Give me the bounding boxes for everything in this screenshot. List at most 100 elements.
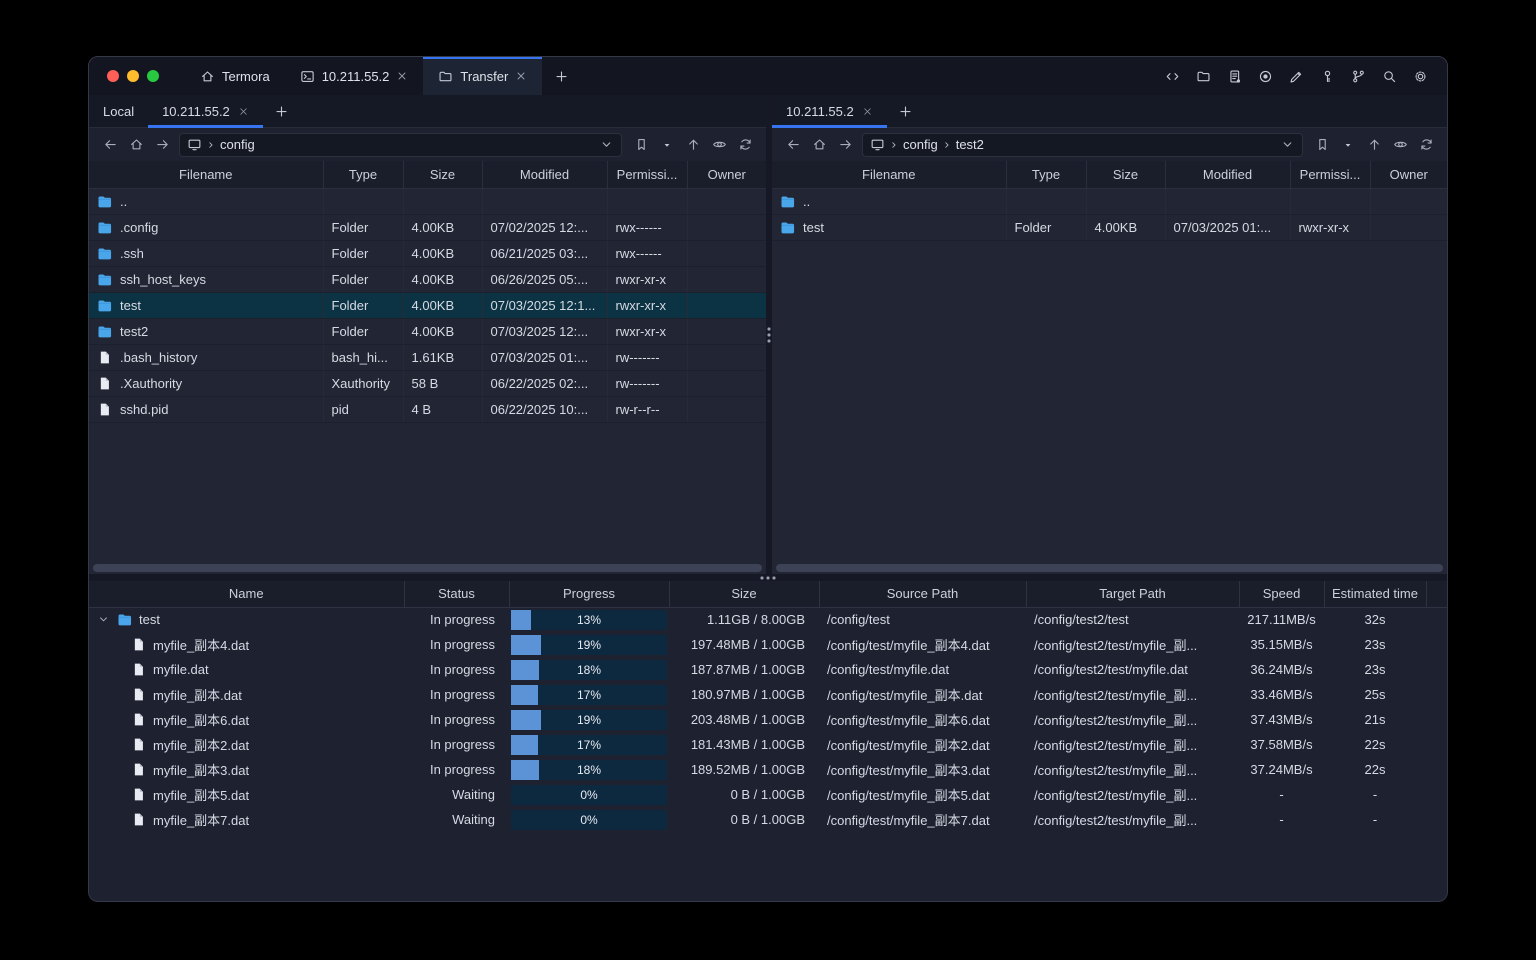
- file-row[interactable]: .bash_history bash_hi... 1.61KB 07/03/2025 …: [89, 344, 766, 371]
- horizontal-splitter[interactable]: [89, 574, 1447, 581]
- path-breadcrumb[interactable]: config: [179, 132, 622, 157]
- breadcrumb-segment[interactable]: config: [903, 137, 938, 152]
- column-header-filename[interactable]: Filename: [89, 161, 324, 189]
- key-button[interactable]: [1314, 63, 1340, 89]
- zoom-window-button[interactable]: [147, 70, 159, 82]
- bookmark-button[interactable]: [1309, 133, 1335, 157]
- transfer-row[interactable]: myfile_副本7.dat Waiting 0% 0 B / 1.00GB/conf…: [89, 807, 1447, 832]
- bookmark-button[interactable]: [628, 133, 654, 157]
- arrow-up-button[interactable]: [1361, 133, 1387, 157]
- file-row[interactable]: test2 Folder 4.00KB 07/03/2025 12:... rwxr-x…: [89, 318, 766, 345]
- transfer-column-header-source-path[interactable]: Source Path: [819, 581, 1027, 608]
- transfer-row[interactable]: myfile_副本.dat In progress 17% 180.97MB / 1.…: [89, 682, 1447, 707]
- arrow-right-button[interactable]: [149, 133, 175, 157]
- eye-button[interactable]: [706, 133, 732, 157]
- file-row[interactable]: test Folder 4.00KB 07/03/2025 12:1... rwxr-x…: [89, 292, 766, 319]
- file-row[interactable]: ssh_host_keys Folder 4.00KB 06/26/2025 05:.…: [89, 266, 766, 293]
- close-icon[interactable]: [515, 70, 527, 82]
- scrollbar-thumb[interactable]: [93, 564, 762, 572]
- vertical-splitter[interactable]: [766, 95, 772, 574]
- column-header-modified[interactable]: Modified: [1165, 161, 1291, 189]
- file-row[interactable]: test Folder 4.00KB 07/03/2025 01:... rwxr-xr…: [772, 214, 1447, 241]
- path-breadcrumb[interactable]: config test2: [862, 132, 1303, 157]
- close-icon[interactable]: [238, 106, 249, 117]
- transfer-row[interactable]: test In progress 13% 1.11GB / 8.00GB/config…: [89, 607, 1447, 632]
- panel-tab-10-211-55-2[interactable]: 10.211.55.2: [772, 95, 887, 128]
- document-button[interactable]: [1221, 63, 1247, 89]
- caret-down-button[interactable]: [1335, 133, 1361, 157]
- panel-tab-local[interactable]: Local: [89, 95, 148, 127]
- column-header-type[interactable]: Type: [323, 161, 404, 189]
- refresh-button[interactable]: [1413, 133, 1439, 157]
- pencil-button[interactable]: [1283, 63, 1309, 89]
- transfer-row[interactable]: myfile_副本2.dat In progress 17% 181.43MB / 1…: [89, 732, 1447, 757]
- transfer-column-header-progress[interactable]: Progress: [509, 581, 670, 608]
- folder-button[interactable]: [1190, 63, 1216, 89]
- window-tab-transfer[interactable]: Transfer: [423, 57, 543, 95]
- column-header-owner[interactable]: Owner: [1370, 161, 1447, 189]
- column-header-modified[interactable]: Modified: [482, 161, 608, 189]
- file-row[interactable]: ..: [772, 188, 1447, 215]
- caret-down-button[interactable]: [654, 133, 680, 157]
- new-panel-tab-button[interactable]: [887, 95, 924, 127]
- refresh-button[interactable]: [732, 133, 758, 157]
- eye-button[interactable]: [1387, 133, 1413, 157]
- panel-tab-10-211-55-2[interactable]: 10.211.55.2: [148, 95, 263, 128]
- chevron-down-icon[interactable]: [1280, 137, 1295, 152]
- file-row[interactable]: .Xauthority Xauthority 58 B 06/22/2025 02:.…: [89, 370, 766, 397]
- breadcrumb-segment[interactable]: config: [220, 137, 255, 152]
- search-button[interactable]: [1376, 63, 1402, 89]
- close-icon[interactable]: [862, 106, 873, 117]
- file-size: 58 B: [403, 370, 483, 397]
- column-header-size[interactable]: Size: [1086, 161, 1166, 189]
- arrow-right-button[interactable]: [832, 133, 858, 157]
- column-header-owner[interactable]: Owner: [687, 161, 766, 189]
- close-icon[interactable]: [396, 70, 408, 82]
- column-header-filename[interactable]: Filename: [772, 161, 1007, 189]
- window-tab-termora[interactable]: Termora: [185, 57, 285, 95]
- file-row[interactable]: .config Folder 4.00KB 07/02/2025 12:... rwx-…: [89, 214, 766, 241]
- transfer-column-header-target-path[interactable]: Target Path: [1026, 581, 1240, 608]
- transfer-row[interactable]: myfile_副本5.dat Waiting 0% 0 B / 1.00GB/conf…: [89, 782, 1447, 807]
- progress-bar: 13%: [511, 609, 667, 630]
- arrow-up-button[interactable]: [680, 133, 706, 157]
- new-window-tab-button[interactable]: [542, 57, 581, 95]
- transfer-row[interactable]: myfile_副本4.dat In progress 19% 197.48MB / 1…: [89, 632, 1447, 657]
- transfer-row[interactable]: myfile.dat In progress 18% 187.87MB / 1.00G…: [89, 657, 1447, 682]
- home-button[interactable]: [806, 133, 832, 157]
- arrow-left-button[interactable]: [97, 133, 123, 157]
- settings-button[interactable]: [1407, 63, 1433, 89]
- transfer-row[interactable]: myfile_副本6.dat In progress 19% 203.48MB / 1…: [89, 707, 1447, 732]
- transfer-column-header-speed[interactable]: Speed: [1239, 581, 1325, 608]
- column-header-size[interactable]: Size: [403, 161, 483, 189]
- transfer-table: Name Status Progress Size Source Path Target …: [89, 581, 1447, 832]
- file-row[interactable]: .ssh Folder 4.00KB 06/21/2025 03:... rwx----…: [89, 240, 766, 267]
- scrollbar-thumb[interactable]: [776, 564, 1443, 572]
- file-row[interactable]: ..: [89, 188, 766, 215]
- row-expander-icon[interactable]: [97, 613, 110, 626]
- file-row[interactable]: sshd.pid pid 4 B 06/22/2025 10:... rw-r--r--: [89, 396, 766, 423]
- new-panel-tab-button[interactable]: [263, 95, 300, 127]
- transfer-column-header-estimated-time[interactable]: Estimated time: [1324, 581, 1427, 608]
- horizontal-scrollbar[interactable]: [89, 562, 766, 574]
- transfer-column-header-name[interactable]: Name: [89, 581, 405, 608]
- home-button[interactable]: [123, 133, 149, 157]
- column-header-type[interactable]: Type: [1006, 161, 1087, 189]
- breadcrumb-segment[interactable]: test2: [956, 137, 984, 152]
- close-window-button[interactable]: [107, 70, 119, 82]
- column-header-permissi[interactable]: Permissi...: [607, 161, 688, 189]
- transfer-column-header-status[interactable]: Status: [404, 581, 510, 608]
- progress-fill: [511, 609, 532, 630]
- column-header-permissi[interactable]: Permissi...: [1290, 161, 1371, 189]
- chevron-down-icon[interactable]: [599, 137, 614, 152]
- transfer-column-header-size[interactable]: Size: [669, 581, 820, 608]
- window-tab-10-211-55-2[interactable]: 10.211.55.2: [285, 57, 424, 95]
- transfer-row[interactable]: myfile_副本3.dat In progress 18% 189.52MB / 1…: [89, 757, 1447, 782]
- branch-button[interactable]: [1345, 63, 1371, 89]
- minimize-window-button[interactable]: [127, 70, 139, 82]
- horizontal-scrollbar[interactable]: [772, 562, 1447, 574]
- record-button[interactable]: [1252, 63, 1278, 89]
- transfer-status: Waiting: [452, 812, 495, 827]
- arrow-left-button[interactable]: [780, 133, 806, 157]
- code-button[interactable]: [1159, 63, 1185, 89]
